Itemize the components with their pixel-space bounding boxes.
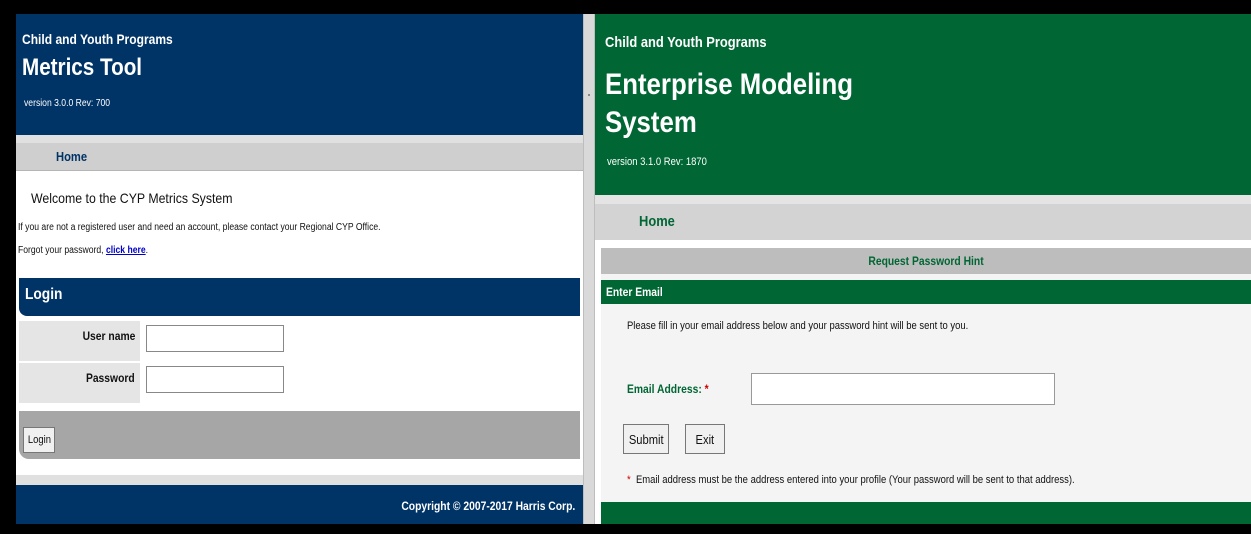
forgot-password-text: Forgot your password, click here. <box>18 245 148 256</box>
header-separator <box>16 135 583 143</box>
program-name: Child and Youth Programs <box>605 34 767 51</box>
login-button[interactable]: Login <box>23 427 55 453</box>
note-asterisk: * <box>627 474 631 486</box>
version-text: version 3.0.0 Rev: 700 <box>24 98 111 109</box>
login-button-bar: Login <box>19 411 580 459</box>
note-text: Email address must be the address entere… <box>635 474 1075 486</box>
login-button-label: Login <box>27 434 51 446</box>
section-title-bar: Request Password Hint <box>601 248 1251 274</box>
instructions-text: Please fill in your email address below … <box>627 320 969 332</box>
metrics-header: Child and Youth Programs Metrics Tool ve… <box>16 14 583 135</box>
login-header: Login <box>19 278 580 316</box>
email-input[interactable] <box>751 373 1055 405</box>
nav-bar: Home <box>595 204 1251 240</box>
email-label: Email Address: * <box>627 382 709 396</box>
password-hint-panel: Request Password Hint Enter Email Please… <box>601 248 1251 524</box>
footer: Copyright © 2007-2017 Harris Corp. <box>16 485 583 524</box>
forgot-prefix: Forgot your password, <box>18 245 106 256</box>
password-label: Password <box>86 371 135 385</box>
nav-home-link[interactable]: Home <box>56 149 87 164</box>
forgot-password-link[interactable]: click here <box>106 245 146 256</box>
section-title: Request Password Hint <box>868 254 984 268</box>
username-input[interactable] <box>146 325 284 352</box>
exit-button-label: Exit <box>695 431 715 447</box>
footer-bar <box>601 502 1251 524</box>
email-note: * Email address must be the address ente… <box>627 474 1075 486</box>
login-header-label: Login <box>25 286 63 303</box>
program-name: Child and Youth Programs <box>22 31 173 47</box>
enterprise-modeling-window: Child and Youth Programs Enterprise Mode… <box>595 14 1251 524</box>
app-title: Enterprise Modeling System <box>605 68 854 139</box>
login-form: Login User name Password Login <box>19 278 580 462</box>
email-label-text: Email Address: <box>627 382 702 396</box>
username-label: User name <box>82 329 135 343</box>
required-asterisk: * <box>704 382 709 396</box>
copyright-text: Copyright © 2007-2017 Harris Corp. <box>401 499 575 513</box>
enter-email-label: Enter Email <box>606 285 663 299</box>
enter-email-header: Enter Email <box>601 280 1251 304</box>
password-label-cell: Password <box>19 363 140 403</box>
forgot-suffix: . <box>145 245 149 256</box>
nav-bar: Home <box>16 143 583 171</box>
nav-home-link[interactable]: Home <box>639 213 675 230</box>
password-input[interactable] <box>146 366 284 393</box>
account-info-text: If you are not a registered user and nee… <box>18 222 381 233</box>
header-separator <box>595 195 1251 204</box>
app-title: Metrics Tool <box>22 54 143 81</box>
splitter-grip <box>588 94 590 96</box>
submit-button-label: Submit <box>628 431 664 447</box>
exit-button[interactable]: Exit <box>685 424 725 454</box>
footer-separator <box>16 475 583 485</box>
username-label-cell: User name <box>19 321 140 361</box>
section-title-wrap: Request Password Hint <box>601 254 1251 268</box>
version-text: version 3.1.0 Rev: 1870 <box>607 156 707 168</box>
submit-button[interactable]: Submit <box>623 424 669 454</box>
ems-header: Child and Youth Programs Enterprise Mode… <box>595 14 1251 195</box>
window-splitter[interactable] <box>583 14 595 524</box>
metrics-tool-window: Child and Youth Programs Metrics Tool ve… <box>16 14 583 524</box>
welcome-text: Welcome to the CYP Metrics System <box>31 190 233 206</box>
